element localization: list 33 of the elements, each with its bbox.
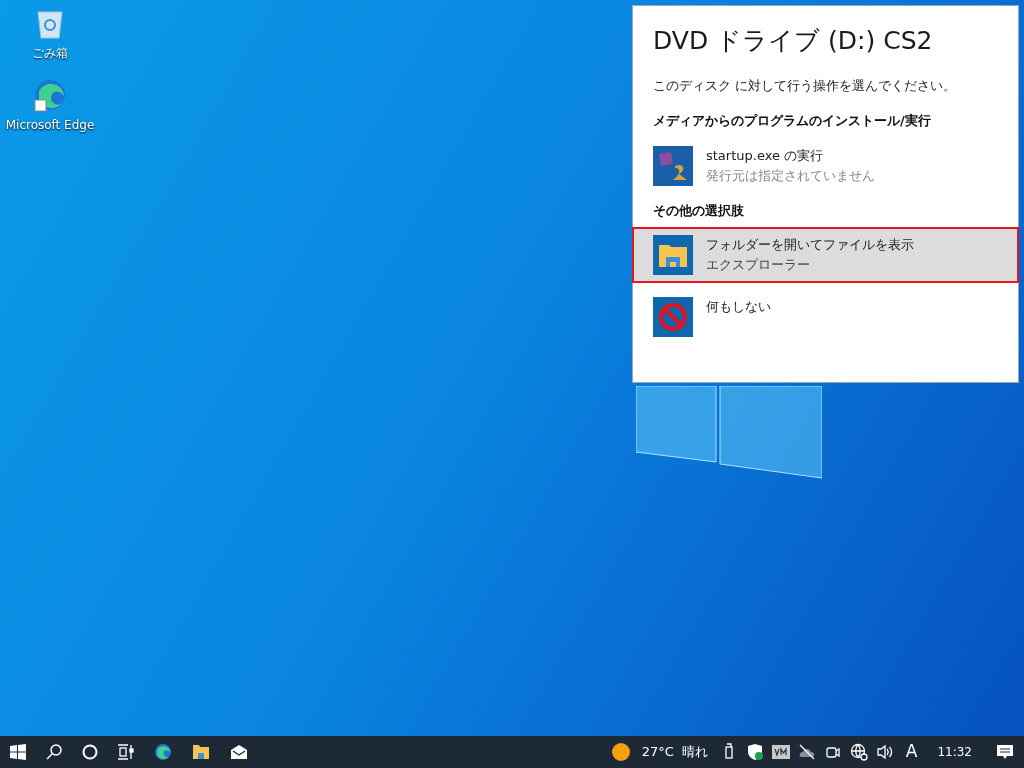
option-title: startup.exe の実行	[706, 146, 825, 165]
option-subtitle: 発行元は指定されていません	[706, 166, 875, 185]
sun-icon[interactable]	[611, 743, 630, 761]
autoplay-option[interactable]: フォルダーを開いてファイルを表示 エクスプローラー	[633, 228, 1018, 282]
folder-icon	[653, 235, 693, 275]
temperature-text[interactable]: 27°C	[641, 742, 674, 762]
edge-icon	[33, 78, 67, 112]
recycle-bin-icon	[35, 8, 65, 40]
edge-icon	[154, 743, 172, 761]
search-icon	[46, 744, 62, 760]
windows-logo-icon	[10, 744, 26, 760]
task-view-icon	[117, 744, 135, 760]
app-icon	[653, 145, 693, 186]
panel-title: DVD ドライブ (D:) CS2	[652, 25, 934, 57]
option-subtitle: エクスプローラー	[706, 256, 811, 274]
shield-icon[interactable]	[745, 743, 764, 761]
ime-indicator[interactable]: A	[901, 739, 922, 765]
notification-icon[interactable]	[996, 743, 1014, 761]
envelope-icon	[231, 745, 247, 759]
circle-icon	[82, 744, 98, 760]
section-heading: その他の選択肢	[652, 201, 745, 220]
clock[interactable]: 11:32	[929, 743, 980, 761]
globe-icon[interactable]	[849, 743, 868, 761]
folder-icon	[192, 744, 210, 760]
speaker-icon[interactable]	[875, 743, 894, 761]
cloud-off-icon[interactable]	[797, 743, 816, 761]
prohibited-icon	[653, 297, 693, 337]
weather-condition[interactable]: 晴れ	[681, 742, 708, 762]
prompt-text: このディスク に対して行う操作を選んでください。	[652, 76, 958, 95]
section-heading: メディアからのプログラムのインストール/実行	[652, 112, 932, 130]
vm-icon[interactable]	[771, 745, 790, 759]
option-title: 何もしない	[706, 298, 771, 316]
option-title: フォルダーを開いてファイルを表示	[706, 236, 914, 254]
